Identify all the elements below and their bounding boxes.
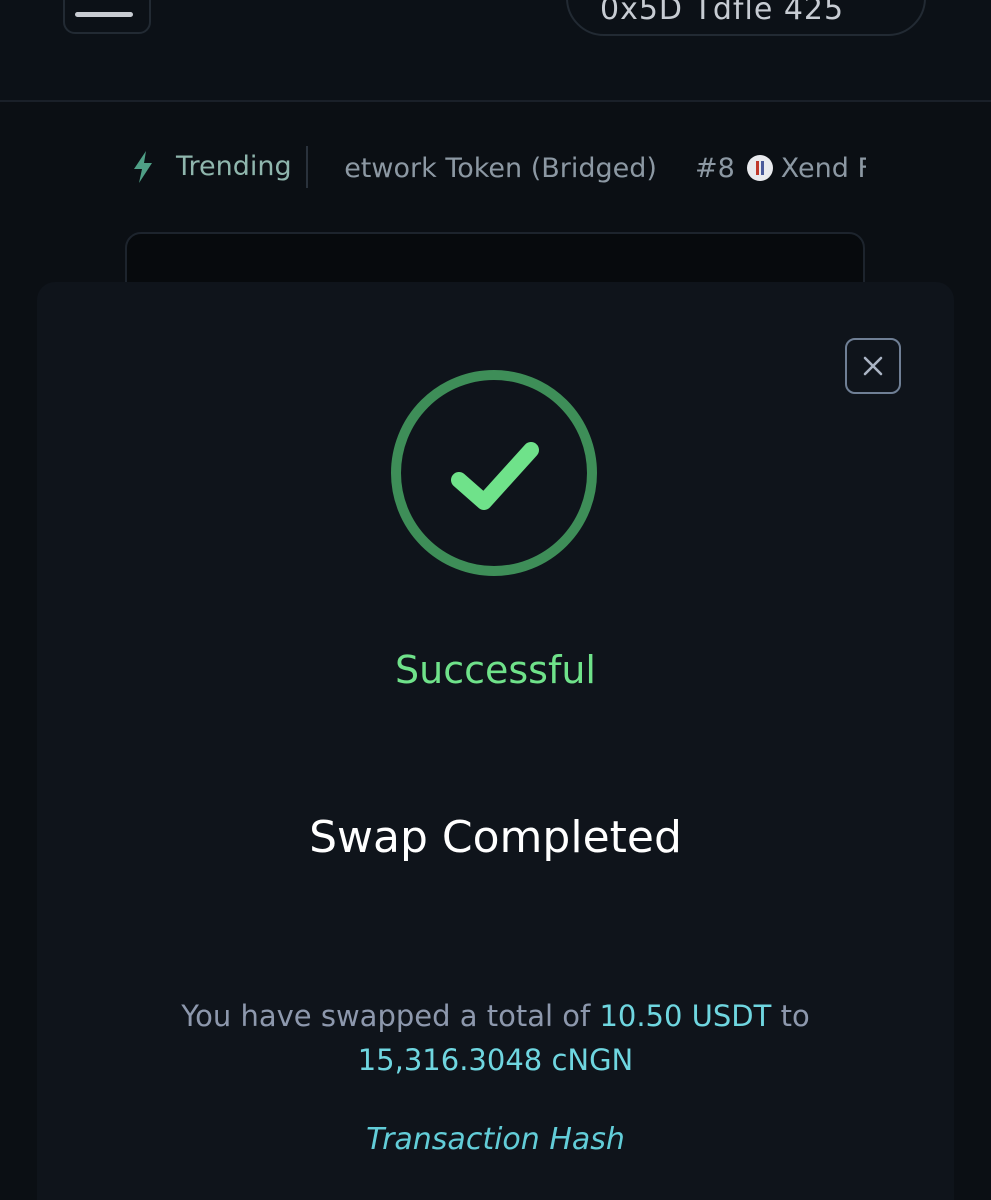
xend-token-logo-icon bbox=[746, 155, 773, 181]
check-circle-icon bbox=[391, 370, 597, 576]
swap-success-modal: Successful Swap Completed You have swapp… bbox=[37, 282, 954, 1200]
ticker-track: Network Token (Bridged) #8 Xend Finance bbox=[342, 153, 866, 184]
transaction-hash-link[interactable]: Transaction Hash bbox=[37, 1122, 954, 1157]
menu-button[interactable] bbox=[63, 0, 151, 34]
hamburger-menu-icon bbox=[75, 12, 133, 17]
trending-token-name-2[interactable]: Xend Finance bbox=[781, 153, 866, 184]
close-icon bbox=[863, 356, 883, 376]
from-amount: 10.50 USDT bbox=[599, 999, 772, 1033]
trending-divider bbox=[306, 146, 308, 188]
lightning-bolt-icon bbox=[134, 151, 152, 183]
modal-title: Swap Completed bbox=[309, 812, 682, 863]
wallet-address: 0x5D Tdfle 425 bbox=[600, 0, 845, 27]
trending-token-name[interactable]: Network Token (Bridged) bbox=[342, 153, 657, 184]
page: 0x5D Tdfle 425 Trending Network Token (B… bbox=[0, 0, 991, 1200]
top-header: 0x5D Tdfle 425 bbox=[0, 0, 991, 102]
status-text: Successful bbox=[395, 648, 596, 692]
close-button[interactable] bbox=[845, 338, 901, 394]
swap-summary: You have swapped a total of 10.50 USDT t… bbox=[37, 994, 954, 1082]
summary-prefix: You have swapped a total of bbox=[181, 999, 591, 1033]
trending-rank: #8 bbox=[694, 153, 735, 184]
to-amount: 15,316.3048 cNGN bbox=[357, 1043, 634, 1077]
summary-mid: to bbox=[780, 999, 810, 1033]
trending-bar: Trending Network Token (Bridged) #8 Xend F… bbox=[128, 142, 868, 194]
trending-label: Trending bbox=[176, 151, 292, 182]
wallet-address-button[interactable]: 0x5D Tdfle 425 bbox=[566, 0, 926, 36]
trending-ticker[interactable]: Network Token (Bridged) #8 Xend Finance bbox=[342, 142, 866, 194]
